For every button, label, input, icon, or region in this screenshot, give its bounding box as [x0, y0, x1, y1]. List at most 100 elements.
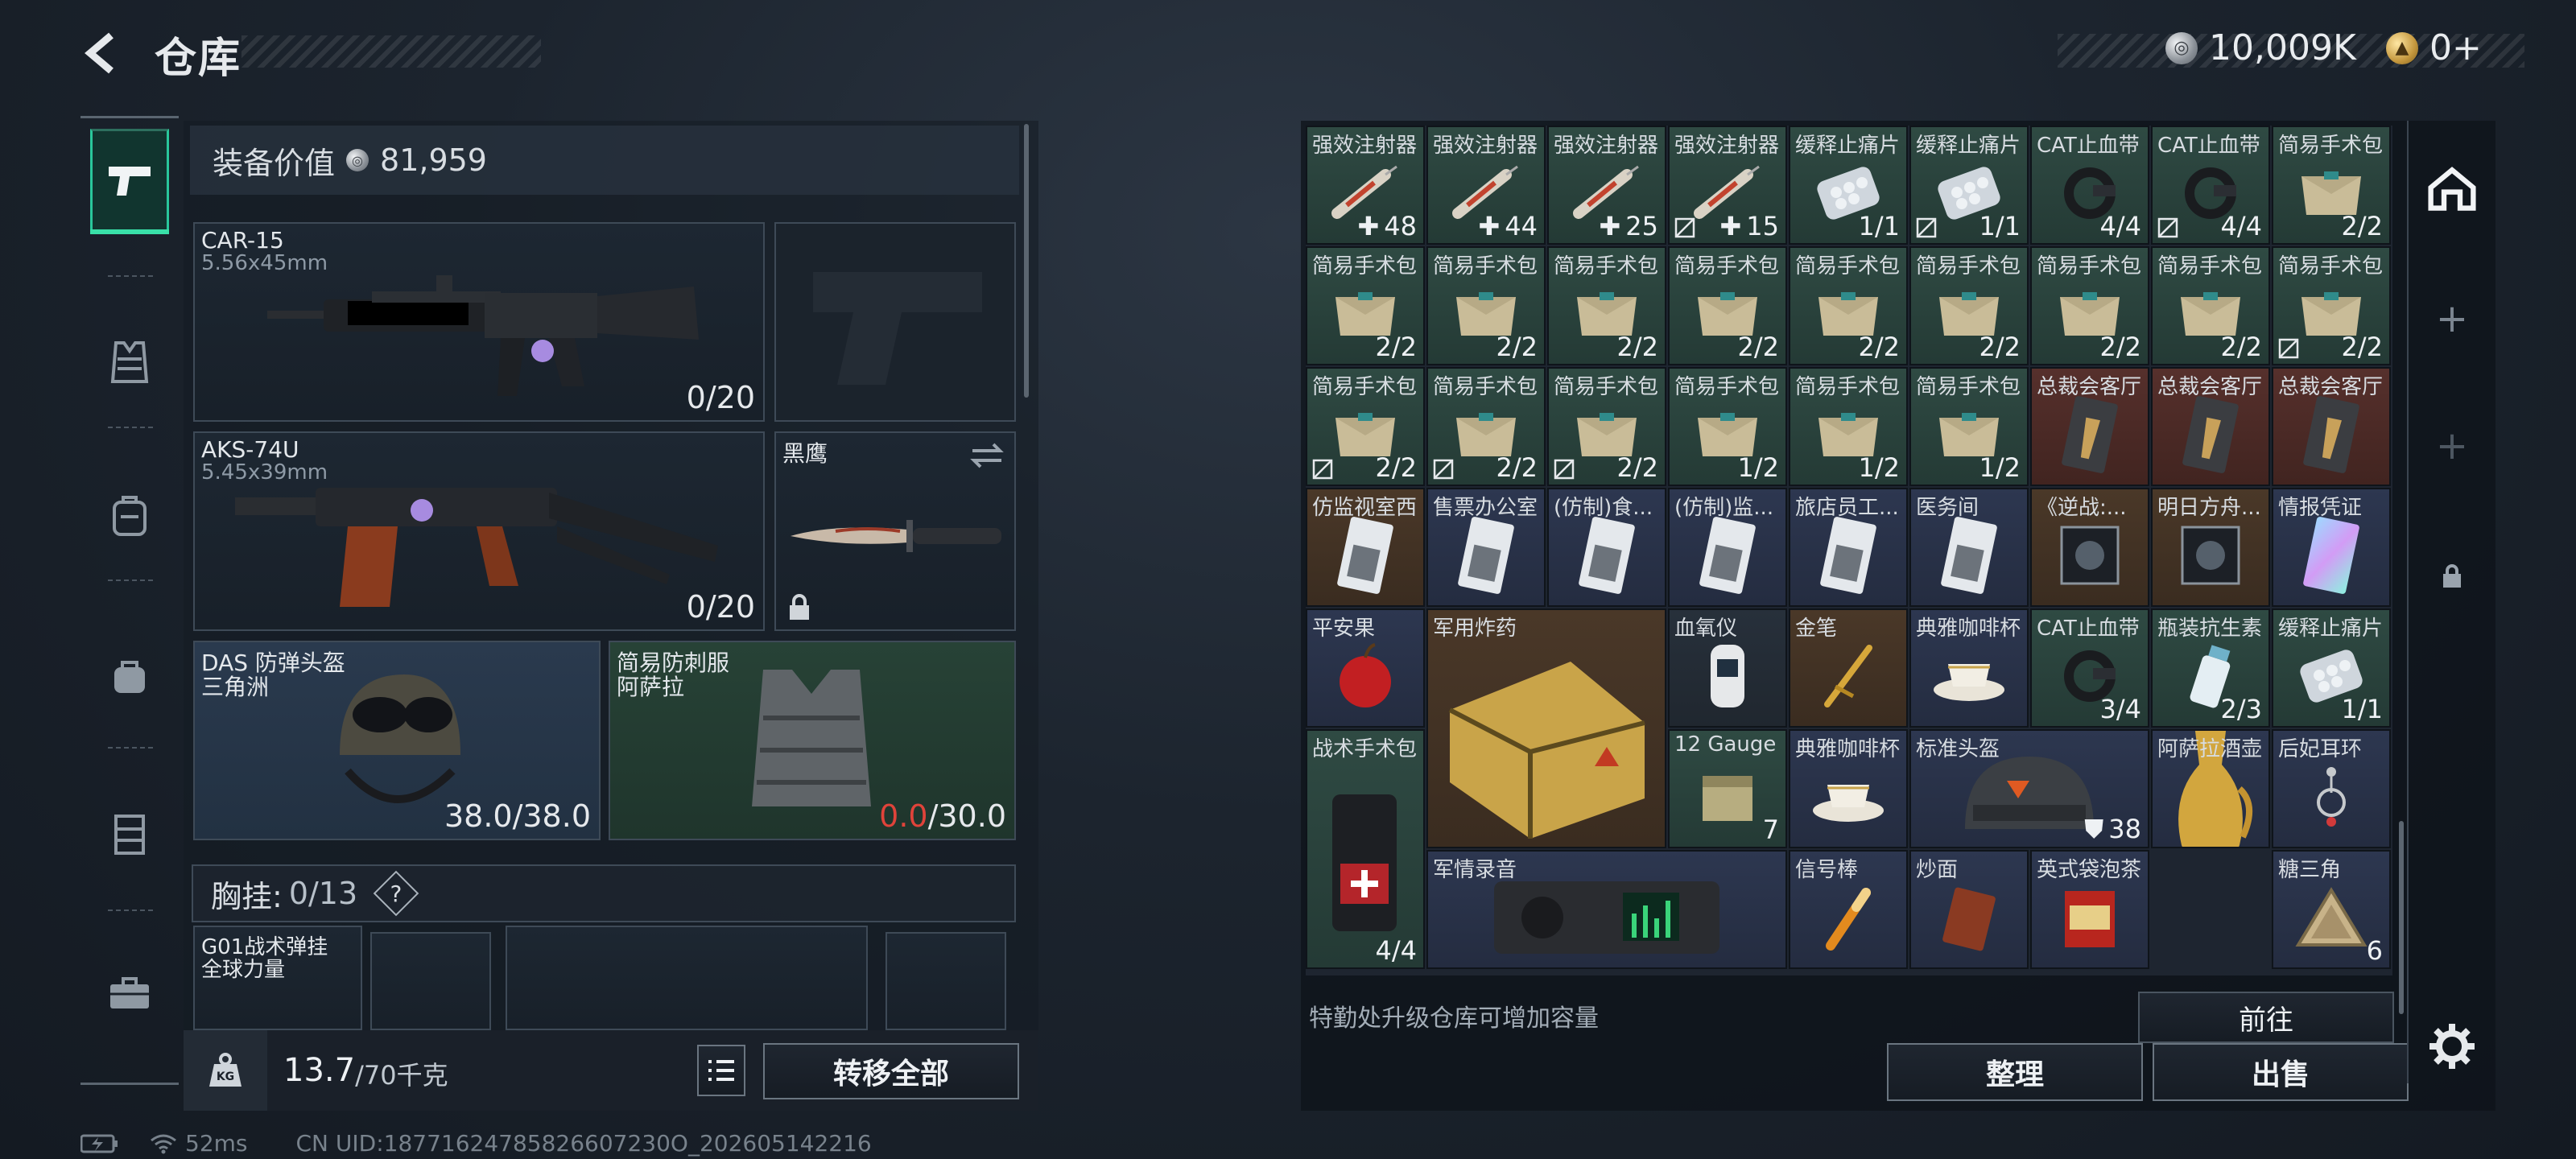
inventory-item[interactable]: 缓释止痛片 1/1: [1789, 126, 1908, 245]
pen-icon: [1816, 640, 1880, 716]
inventory-item[interactable]: 缓释止痛片 1/1: [2272, 608, 2391, 728]
list-icon: [708, 1060, 734, 1081]
inventory-item[interactable]: CAT止血带 4/4: [2030, 126, 2149, 245]
add-tab-button[interactable]: +: [2428, 295, 2476, 343]
inventory-item[interactable]: 军情录音: [1426, 850, 1787, 969]
inventory-item[interactable]: 《逆战:...: [2030, 488, 2149, 607]
inventory-item[interactable]: 强效注射器 ✚ 25: [1547, 126, 1666, 245]
nav-pouch[interactable]: [90, 625, 169, 728]
shield-icon: ⛊: [2084, 814, 2104, 844]
add-tab-button[interactable]: +: [2428, 422, 2476, 470]
no-sell-icon: [1674, 217, 1695, 238]
inventory-item[interactable]: 总裁会客厅: [2151, 367, 2270, 486]
inventory-item[interactable]: (仿制)监...: [1668, 488, 1787, 607]
helmet-slot[interactable]: DAS 防弹头盔 三角洲 38.0/38.0: [193, 641, 601, 840]
inventory-item[interactable]: 简易手术包 2/2: [1668, 246, 1787, 365]
inventory-item[interactable]: 英式袋泡茶: [2030, 850, 2149, 969]
nav-chest-rig[interactable]: [90, 782, 169, 885]
inventory-scrollbar[interactable]: [2399, 821, 2404, 1014]
inventory-item[interactable]: 简易手术包 2/2: [1306, 246, 1425, 365]
locked-tab[interactable]: [2428, 552, 2476, 600]
transfer-all-button[interactable]: 转移全部: [763, 1043, 1019, 1099]
inventory-item[interactable]: 简易手术包 2/2: [2151, 246, 2270, 365]
item-quantity-value: 2/2: [2220, 332, 2263, 362]
loadout-scrollbar[interactable]: [1024, 124, 1029, 398]
inventory-item[interactable]: 平安果: [1306, 608, 1425, 728]
inventory-item[interactable]: 旅店员工...: [1789, 488, 1908, 607]
rig-pocket[interactable]: [506, 926, 868, 1030]
item-quantity-value: 2/2: [1616, 332, 1659, 362]
inventory-item[interactable]: 简易手术包 2/2: [1789, 246, 1908, 365]
currency-silver[interactable]: ◎ 10,009K: [2165, 27, 2356, 68]
inventory-item[interactable]: 简易手术包 2/2: [2272, 246, 2391, 365]
inventory-item[interactable]: 简易手术包 2/2: [1547, 367, 1666, 486]
inventory-item[interactable]: 明日方舟...: [2151, 488, 2270, 607]
inventory-item[interactable]: 标准头盔 ⛊ 38: [1909, 729, 2149, 848]
inventory-item[interactable]: 瓶装抗生素 2/3: [2151, 608, 2270, 728]
inventory-item[interactable]: 简易手术包 1/2: [1789, 367, 1908, 486]
inventory-item[interactable]: 强效注射器 ✚ 48: [1306, 126, 1425, 245]
inventory-item[interactable]: 典雅咖啡杯: [1909, 608, 2029, 728]
primary-weapon-slot-2[interactable]: AKS-74U 5.45x39mm 0/20: [193, 431, 765, 631]
card-icon: [1699, 515, 1756, 599]
inventory-item[interactable]: 简易手术包 2/2: [2272, 126, 2391, 245]
inventory-item[interactable]: 缓释止痛片 1/1: [1909, 126, 2029, 245]
inventory-item[interactable]: 简易手术包 1/2: [1909, 367, 2029, 486]
inventory-item[interactable]: 简易手术包 2/2: [1426, 367, 1546, 486]
sidearm-slot[interactable]: [774, 222, 1016, 422]
list-view-button[interactable]: [697, 1045, 745, 1096]
sell-button[interactable]: 出售: [2153, 1043, 2409, 1101]
warehouse-tab[interactable]: [2428, 164, 2476, 212]
currency-gold[interactable]: ▲ 0+: [2386, 27, 2482, 68]
inventory-item[interactable]: 血氧仪: [1668, 608, 1787, 728]
inventory-item[interactable]: (仿制)食...: [1547, 488, 1666, 607]
inventory-item[interactable]: 简易手术包 2/2: [2030, 246, 2149, 365]
nav-armor[interactable]: [90, 311, 169, 414]
swap-icon[interactable]: [969, 441, 1005, 470]
card-icon: [1941, 515, 1997, 599]
inventory-item[interactable]: 信号棒: [1789, 850, 1908, 969]
inventory-item[interactable]: 总裁会客厅: [2272, 367, 2391, 486]
primary-weapon-slot-1[interactable]: CAR-15 5.56x45mm 0/20: [193, 222, 765, 422]
nav-backpack[interactable]: [90, 464, 169, 567]
item-name: 情报凭证: [2278, 496, 2363, 520]
inventory-item[interactable]: 强效注射器 ✚ 15: [1668, 126, 1787, 245]
inventory-item[interactable]: CAT止血带 3/4: [2030, 608, 2149, 728]
inventory-item[interactable]: 仿监视室西: [1306, 488, 1425, 607]
inventory-item[interactable]: 12 Gauge 7: [1668, 729, 1787, 848]
inventory-item[interactable]: 军用炸药: [1426, 608, 1666, 848]
armor-slot[interactable]: 简易防刺服 阿萨拉 0.0/30.0: [609, 641, 1016, 840]
inventory-item[interactable]: 售票办公室: [1426, 488, 1546, 607]
inventory-item[interactable]: 炒面: [1909, 850, 2029, 969]
rig-pocket[interactable]: [370, 932, 491, 1030]
nav-weapons[interactable]: [90, 129, 169, 234]
back-button[interactable]: [77, 27, 129, 79]
inventory-item[interactable]: 简易手术包 2/2: [1547, 246, 1666, 365]
inventory-item[interactable]: 后妃耳环: [2272, 729, 2391, 848]
inventory-item[interactable]: 典雅咖啡杯: [1789, 729, 1908, 848]
inventory-item[interactable]: 强效注射器 ✚ 44: [1426, 126, 1546, 245]
goto-button[interactable]: 前往: [2138, 992, 2394, 1043]
help-icon[interactable]: ?: [373, 870, 419, 917]
inventory-item[interactable]: 简易手术包 2/2: [1306, 367, 1425, 486]
inventory-item[interactable]: 总裁会客厅: [2030, 367, 2149, 486]
inventory-item[interactable]: CAT止血带 4/4: [2151, 126, 2270, 245]
item-name: 炒面: [1916, 858, 1959, 882]
pistol-placeholder-icon: [813, 272, 982, 385]
inventory-item[interactable]: 战术手术包 4/4: [1306, 729, 1425, 969]
inventory-item[interactable]: 阿萨拉酒壶: [2151, 729, 2270, 848]
inventory-item[interactable]: 简易手术包 2/2: [1426, 246, 1546, 365]
nav-case[interactable]: [90, 942, 169, 1045]
inventory-item[interactable]: 简易手术包 2/2: [1909, 246, 2029, 365]
rig-slot[interactable]: G01战术弹挂 全球力量: [193, 926, 362, 1030]
inventory-item[interactable]: 简易手术包 1/2: [1668, 367, 1787, 486]
inventory-item[interactable]: 医务间: [1909, 488, 2029, 607]
inventory-item[interactable]: 糖三角 6: [2272, 850, 2391, 969]
inventory-item[interactable]: 情报凭证: [2272, 488, 2391, 607]
sort-button[interactable]: 整理: [1887, 1043, 2143, 1101]
inventory-item[interactable]: 金笔: [1789, 608, 1908, 728]
item-quantity-value: 4/4: [2220, 211, 2263, 241]
rig-pocket[interactable]: [886, 932, 1006, 1030]
melee-slot[interactable]: 黑鹰: [774, 431, 1016, 631]
settings-button[interactable]: [2428, 1022, 2476, 1070]
